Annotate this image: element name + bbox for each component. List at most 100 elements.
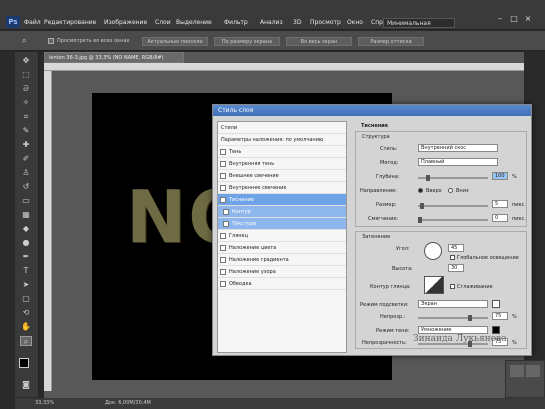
style-checkbox[interactable] — [223, 221, 229, 227]
highlight-opacity-field[interactable]: 75 — [492, 312, 508, 320]
style-item[interactable]: Наложение градиента — [218, 254, 346, 266]
style-item[interactable]: Внешнее свечение — [218, 170, 346, 182]
history-brush-tool-icon[interactable]: ↺ — [20, 182, 32, 192]
style-item[interactable]: Внутренняя тень — [218, 158, 346, 170]
size-field[interactable]: 5 — [492, 200, 508, 208]
panel-icon[interactable] — [510, 365, 524, 377]
workspace-switcher[interactable]: Минимальная — [383, 18, 455, 28]
menu-filter[interactable]: Фильтр — [224, 19, 248, 26]
panel-icon[interactable] — [526, 365, 540, 377]
style-item[interactable]: ✓ Тиснение — [218, 194, 346, 206]
altitude-field[interactable]: 30 — [448, 264, 464, 272]
zoom-level[interactable]: 33,33% — [35, 398, 54, 409]
gradient-tool-icon[interactable]: ▦ — [20, 210, 32, 220]
quick-mask-icon[interactable]: ◙ — [20, 380, 32, 390]
style-select[interactable]: Внутренний скос — [418, 144, 498, 152]
style-item[interactable]: Контур — [218, 206, 346, 218]
highlight-mode-select[interactable]: Экран — [418, 300, 488, 308]
zoom-tool-icon-active[interactable]: ⌕ — [20, 336, 32, 346]
minimize-icon[interactable]: – — [495, 14, 505, 24]
highlight-opacity-slider[interactable] — [418, 317, 488, 319]
direction-up-radio[interactable] — [418, 188, 423, 193]
menu-view[interactable]: Просмотр — [310, 19, 341, 26]
eyedropper-tool-icon[interactable]: ✎ — [20, 126, 32, 136]
marquee-tool-icon[interactable]: ⬚ — [20, 70, 32, 80]
style-item[interactable]: Наложение узора — [218, 266, 346, 278]
style-checkbox[interactable] — [220, 173, 226, 179]
style-checkbox[interactable] — [220, 149, 226, 155]
close-icon[interactable]: × — [523, 14, 533, 24]
style-item[interactable]: Глянец — [218, 230, 346, 242]
all-windows-checkbox[interactable] — [48, 38, 54, 44]
3d-tool-icon[interactable]: ⟲ — [20, 308, 32, 318]
blur-tool-icon[interactable]: ◆ — [20, 224, 32, 234]
actual-pixels-button[interactable]: Актуальные пиксели — [142, 37, 208, 46]
soften-knob[interactable] — [418, 217, 422, 223]
healing-tool-icon[interactable]: ✚ — [20, 140, 32, 150]
global-light-checkbox[interactable] — [450, 255, 455, 260]
shape-tool-icon[interactable]: ▢ — [20, 294, 32, 304]
foreground-color-swatch[interactable] — [19, 358, 29, 368]
highlight-opacity-knob[interactable] — [468, 315, 472, 321]
size-knob[interactable] — [420, 203, 424, 209]
menu-layers[interactable]: Слои — [155, 19, 171, 26]
style-item[interactable]: Наложение цвета — [218, 242, 346, 254]
soften-field[interactable]: 0 — [492, 214, 508, 222]
dodge-tool-icon[interactable]: ● — [20, 238, 32, 248]
eraser-tool-icon[interactable]: ▭ — [20, 196, 32, 206]
shadow-mode-select[interactable]: Умножение — [418, 326, 488, 334]
style-item[interactable]: Тень — [218, 146, 346, 158]
angle-field[interactable]: 45 — [448, 244, 464, 252]
pen-tool-icon[interactable]: ✒ — [20, 252, 32, 262]
style-checkbox[interactable] — [220, 245, 226, 251]
highlight-color-swatch[interactable] — [492, 300, 500, 308]
hand-tool-icon[interactable]: ✋ — [20, 322, 32, 332]
fill-screen-button[interactable]: Во весь экран — [286, 37, 352, 46]
style-checkbox[interactable] — [220, 281, 226, 287]
size-slider[interactable] — [418, 205, 488, 207]
menu-image[interactable]: Изображение — [104, 19, 147, 26]
depth-knob[interactable] — [426, 175, 430, 181]
angle-dial[interactable] — [424, 242, 442, 260]
direction-down-radio[interactable] — [448, 188, 453, 193]
menu-file[interactable]: Файл — [24, 19, 41, 26]
style-checkbox[interactable] — [220, 161, 226, 167]
menu-edit[interactable]: Редактирование — [44, 19, 96, 26]
document-tab[interactable]: lenton 36-3.jpg @ 33,3% (NO NAME, RGB/8#… — [44, 52, 184, 63]
lasso-tool-icon[interactable]: ᘐ — [20, 84, 32, 94]
fit-screen-button[interactable]: По размеру экрана — [214, 37, 280, 46]
soften-slider[interactable] — [418, 219, 488, 221]
style-item[interactable]: Внутреннее свечение — [218, 182, 346, 194]
zoom-tool-icon[interactable]: ⌕ — [22, 36, 34, 46]
menu-window[interactable]: Окно — [347, 19, 363, 26]
style-item[interactable]: Текстура — [218, 218, 346, 230]
style-checkbox[interactable] — [220, 233, 226, 239]
depth-field[interactable]: 100 — [492, 172, 508, 180]
style-item[interactable]: Обводка — [218, 278, 346, 290]
stamp-tool-icon[interactable]: ♙ — [20, 168, 32, 178]
print-size-button[interactable]: Размер оттиска — [358, 37, 424, 46]
gloss-contour-picker[interactable] — [424, 276, 444, 294]
style-checkbox[interactable] — [220, 185, 226, 191]
style-checkbox[interactable] — [220, 257, 226, 263]
move-tool-icon[interactable]: ✥ — [20, 56, 32, 66]
method-select[interactable]: Плавный — [418, 158, 498, 166]
style-item[interactable]: Стили — [218, 122, 346, 134]
shadow-color-swatch[interactable] — [492, 326, 500, 334]
menu-analysis[interactable]: Анализ — [260, 19, 283, 26]
altitude-label: Высота: — [392, 266, 413, 272]
crop-tool-icon[interactable]: ⌗ — [20, 112, 32, 122]
magic-wand-tool-icon[interactable]: ✧ — [20, 98, 32, 108]
style-checkbox[interactable]: ✓ — [220, 197, 226, 203]
direction-label: Направление: — [360, 188, 397, 194]
menu-select[interactable]: Выделение — [176, 19, 212, 26]
brush-tool-icon[interactable]: ✐ — [20, 154, 32, 164]
antialias-checkbox[interactable] — [450, 284, 455, 289]
style-checkbox[interactable] — [223, 209, 229, 215]
type-tool-icon[interactable]: T — [20, 266, 32, 276]
maximize-icon[interactable]: □ — [509, 14, 519, 24]
style-checkbox[interactable] — [220, 269, 226, 275]
menu-3d[interactable]: 3D — [293, 19, 301, 26]
style-item[interactable]: Параметры наложения: по умолчанию — [218, 134, 346, 146]
path-select-tool-icon[interactable]: ➤ — [20, 280, 32, 290]
